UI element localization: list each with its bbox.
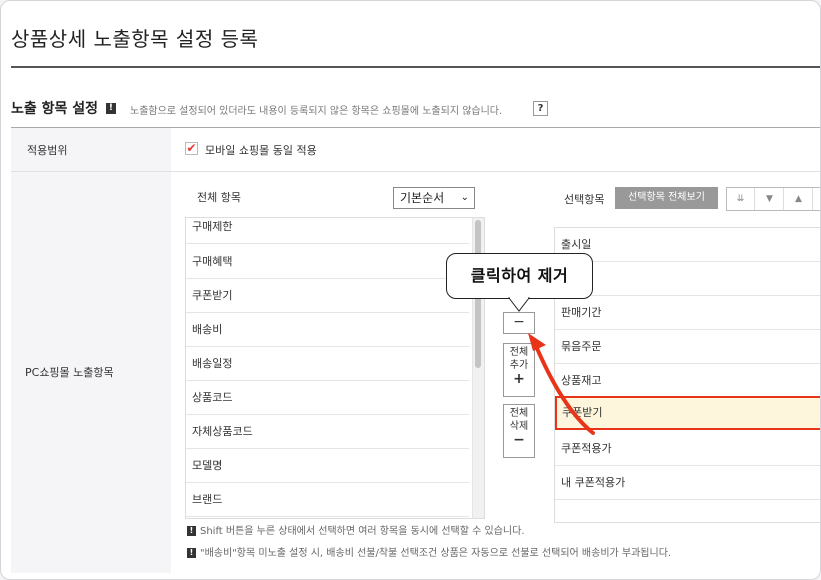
callout-pointer	[507, 296, 531, 312]
window: 상품상세 노출항목 설정 등록 노출 항목 설정 ! 노출함으로 설정되어 있더…	[0, 0, 821, 580]
callout-pointer-mask	[510, 296, 528, 299]
callout-pointer-shape	[507, 297, 531, 312]
